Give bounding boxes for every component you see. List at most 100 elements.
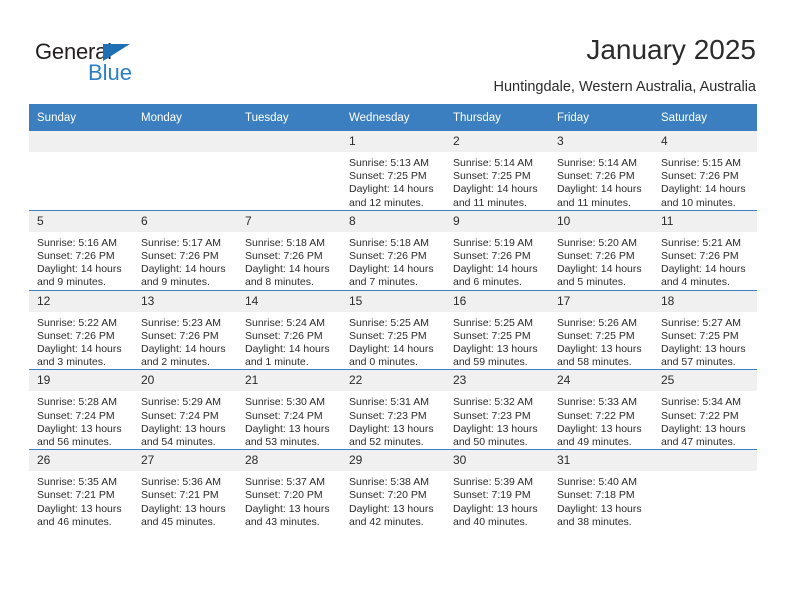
- day-number: 24: [549, 370, 653, 392]
- calendar-day-cell[interactable]: 30 Sunrise: 5:39 AM Sunset: 7:19 PM Dayligh…: [445, 449, 549, 530]
- day-number: [29, 131, 133, 152]
- calendar-day-cell[interactable]: 21 Sunrise: 5:30 AM Sunset: 7:24 PM Dayligh…: [237, 369, 341, 450]
- day-number: 25: [653, 370, 757, 392]
- day-details: Sunrise: 5:34 AM Sunset: 7:22 PM Daylight:…: [653, 391, 757, 449]
- daylight-text-line1: Daylight: 14 hours: [557, 183, 642, 196]
- weekday-header-sunday: Sunday: [29, 104, 133, 131]
- calendar-day-cell[interactable]: 2 Sunrise: 5:14 AM Sunset: 7:25 PM Daylight…: [445, 131, 549, 210]
- daylight-text-line1: Daylight: 14 hours: [661, 183, 746, 196]
- calendar-day-cell[interactable]: 15 Sunrise: 5:25 AM Sunset: 7:25 PM Dayligh…: [341, 289, 445, 370]
- day-number: 15: [341, 290, 445, 312]
- calendar-day-cell[interactable]: 20 Sunrise: 5:29 AM Sunset: 7:24 PM Dayligh…: [133, 369, 237, 450]
- sunset-text: Sunset: 7:26 PM: [349, 250, 427, 263]
- sunset-text: Sunset: 7:23 PM: [453, 409, 531, 422]
- calendar-day-cell[interactable]: 1 Sunrise: 5:13 AM Sunset: 7:25 PM Daylight…: [341, 131, 445, 210]
- calendar-cell-empty: [133, 131, 237, 210]
- sunrise-text: Sunrise: 5:26 AM: [557, 316, 637, 329]
- calendar-day-cell[interactable]: 6 Sunrise: 5:17 AM Sunset: 7:26 PM Daylight…: [133, 209, 237, 291]
- sunrise-text: Sunrise: 5:37 AM: [245, 476, 325, 489]
- calendar-day-cell[interactable]: 22 Sunrise: 5:31 AM Sunset: 7:23 PM Dayligh…: [341, 369, 445, 450]
- day-number: 27: [133, 450, 237, 472]
- sunrise-text: Sunrise: 5:35 AM: [37, 476, 117, 489]
- general-blue-logo[interactable]: General Blue: [35, 39, 205, 87]
- sunset-text: Sunset: 7:26 PM: [141, 329, 219, 342]
- daylight-text-line2: and 4 minutes.: [661, 276, 730, 289]
- daylight-text-line1: Daylight: 13 hours: [557, 343, 642, 356]
- calendar-day-cell[interactable]: 8 Sunrise: 5:18 AM Sunset: 7:26 PM Daylight…: [341, 209, 445, 291]
- sunrise-text: Sunrise: 5:24 AM: [245, 316, 325, 329]
- calendar-day-cell[interactable]: 9 Sunrise: 5:19 AM Sunset: 7:26 PM Daylight…: [445, 209, 549, 291]
- calendar-day-cell[interactable]: 11 Sunrise: 5:21 AM Sunset: 7:26 PM Dayligh…: [653, 209, 757, 291]
- day-number: [237, 131, 341, 152]
- sunrise-text: Sunrise: 5:19 AM: [453, 236, 533, 249]
- calendar-day-cell[interactable]: 5 Sunrise: 5:16 AM Sunset: 7:26 PM Daylight…: [29, 209, 133, 291]
- daylight-text-line1: Daylight: 14 hours: [141, 343, 226, 356]
- day-number: 17: [549, 290, 653, 312]
- daylight-text-line1: Daylight: 13 hours: [557, 422, 642, 435]
- sunrise-text: Sunrise: 5:14 AM: [453, 157, 533, 169]
- daylight-text-line1: Daylight: 14 hours: [37, 343, 122, 356]
- calendar-day-cell[interactable]: 27 Sunrise: 5:36 AM Sunset: 7:21 PM Dayligh…: [133, 449, 237, 530]
- sunrise-text: Sunrise: 5:29 AM: [141, 396, 221, 409]
- sunrise-text: Sunrise: 5:18 AM: [349, 236, 429, 249]
- sunset-text: Sunset: 7:26 PM: [245, 329, 323, 342]
- day-details: Sunrise: 5:25 AM Sunset: 7:25 PM Daylight:…: [341, 312, 445, 370]
- weekday-header-monday: Monday: [133, 104, 237, 131]
- day-number: 10: [549, 210, 653, 232]
- sunset-text: Sunset: 7:22 PM: [661, 409, 739, 422]
- day-details: Sunrise: 5:30 AM Sunset: 7:24 PM Daylight:…: [237, 391, 341, 449]
- sunrise-text: Sunrise: 5:39 AM: [453, 476, 533, 489]
- calendar-day-cell[interactable]: 31 Sunrise: 5:40 AM Sunset: 7:18 PM Dayligh…: [549, 449, 653, 530]
- daylight-text-line2: and 38 minutes.: [557, 515, 632, 528]
- day-number: 23: [445, 370, 549, 392]
- daylight-text-line2: and 47 minutes.: [661, 436, 736, 449]
- calendar-day-cell[interactable]: 3 Sunrise: 5:14 AM Sunset: 7:26 PM Daylight…: [549, 131, 653, 210]
- calendar-day-cell[interactable]: 26 Sunrise: 5:35 AM Sunset: 7:21 PM Dayligh…: [29, 449, 133, 530]
- sunrise-text: Sunrise: 5:20 AM: [557, 236, 637, 249]
- daylight-text-line1: Daylight: 14 hours: [661, 263, 746, 276]
- day-number: 30: [445, 450, 549, 472]
- calendar-day-cell[interactable]: 29 Sunrise: 5:38 AM Sunset: 7:20 PM Dayligh…: [341, 449, 445, 530]
- calendar-day-cell[interactable]: 16 Sunrise: 5:25 AM Sunset: 7:25 PM Dayligh…: [445, 289, 549, 370]
- day-details: Sunrise: 5:21 AM Sunset: 7:26 PM Daylight:…: [653, 232, 757, 290]
- sunset-text: Sunset: 7:20 PM: [349, 489, 427, 502]
- daylight-text-line2: and 12 minutes.: [349, 196, 424, 209]
- calendar-day-cell[interactable]: 24 Sunrise: 5:33 AM Sunset: 7:22 PM Dayligh…: [549, 369, 653, 450]
- sunrise-text: Sunrise: 5:30 AM: [245, 396, 325, 409]
- daylight-text-line1: Daylight: 13 hours: [245, 502, 330, 515]
- calendar-day-cell[interactable]: 25 Sunrise: 5:34 AM Sunset: 7:22 PM Dayligh…: [653, 369, 757, 450]
- calendar-day-cell[interactable]: 28 Sunrise: 5:37 AM Sunset: 7:20 PM Dayligh…: [237, 449, 341, 530]
- sunset-text: Sunset: 7:26 PM: [661, 170, 739, 183]
- calendar-day-cell[interactable]: 19 Sunrise: 5:28 AM Sunset: 7:24 PM Dayligh…: [29, 369, 133, 450]
- calendar-day-cell[interactable]: 23 Sunrise: 5:32 AM Sunset: 7:23 PM Dayligh…: [445, 369, 549, 450]
- day-details: Sunrise: 5:23 AM Sunset: 7:26 PM Daylight:…: [133, 312, 237, 370]
- calendar-day-cell[interactable]: 13 Sunrise: 5:23 AM Sunset: 7:26 PM Dayligh…: [133, 289, 237, 370]
- day-number: 19: [29, 370, 133, 392]
- daylight-text-line2: and 2 minutes.: [141, 356, 210, 369]
- calendar-day-cell[interactable]: 12 Sunrise: 5:22 AM Sunset: 7:26 PM Dayligh…: [29, 289, 133, 370]
- day-details: Sunrise: 5:14 AM Sunset: 7:26 PM Daylight:…: [549, 152, 653, 210]
- daylight-text-line1: Daylight: 13 hours: [453, 343, 538, 356]
- daylight-text-line2: and 59 minutes.: [453, 356, 528, 369]
- calendar-day-cell[interactable]: 4 Sunrise: 5:15 AM Sunset: 7:26 PM Daylight…: [653, 131, 757, 210]
- day-number: 14: [237, 290, 341, 312]
- calendar-day-cell[interactable]: 10 Sunrise: 5:20 AM Sunset: 7:26 PM Dayligh…: [549, 209, 653, 291]
- calendar-day-cell[interactable]: 14 Sunrise: 5:24 AM Sunset: 7:26 PM Dayligh…: [237, 289, 341, 370]
- daylight-text-line2: and 6 minutes.: [453, 276, 522, 289]
- sunset-text: Sunset: 7:26 PM: [141, 250, 219, 263]
- sunrise-text: Sunrise: 5:18 AM: [245, 236, 325, 249]
- daylight-text-line2: and 11 minutes.: [453, 196, 527, 209]
- calendar-table: Sunday Monday Tuesday Wednesday Thursday…: [29, 104, 757, 530]
- page-subtitle: Huntingdale, Western Australia, Australi…: [493, 79, 757, 95]
- daylight-text-line1: Daylight: 13 hours: [453, 422, 538, 435]
- sunset-text: Sunset: 7:25 PM: [557, 329, 635, 342]
- day-details: Sunrise: 5:35 AM Sunset: 7:21 PM Daylight:…: [29, 471, 133, 529]
- daylight-text-line1: Daylight: 14 hours: [245, 263, 330, 276]
- daylight-text-line1: Daylight: 13 hours: [37, 422, 122, 435]
- calendar-day-cell[interactable]: 7 Sunrise: 5:18 AM Sunset: 7:26 PM Daylight…: [237, 209, 341, 291]
- daylight-text-line2: and 46 minutes.: [37, 515, 112, 528]
- daylight-text-line2: and 49 minutes.: [557, 436, 632, 449]
- daylight-text-line2: and 9 minutes.: [37, 276, 106, 289]
- calendar-day-cell[interactable]: 17 Sunrise: 5:26 AM Sunset: 7:25 PM Dayligh…: [549, 289, 653, 370]
- calendar-day-cell[interactable]: 18 Sunrise: 5:27 AM Sunset: 7:25 PM Dayligh…: [653, 289, 757, 370]
